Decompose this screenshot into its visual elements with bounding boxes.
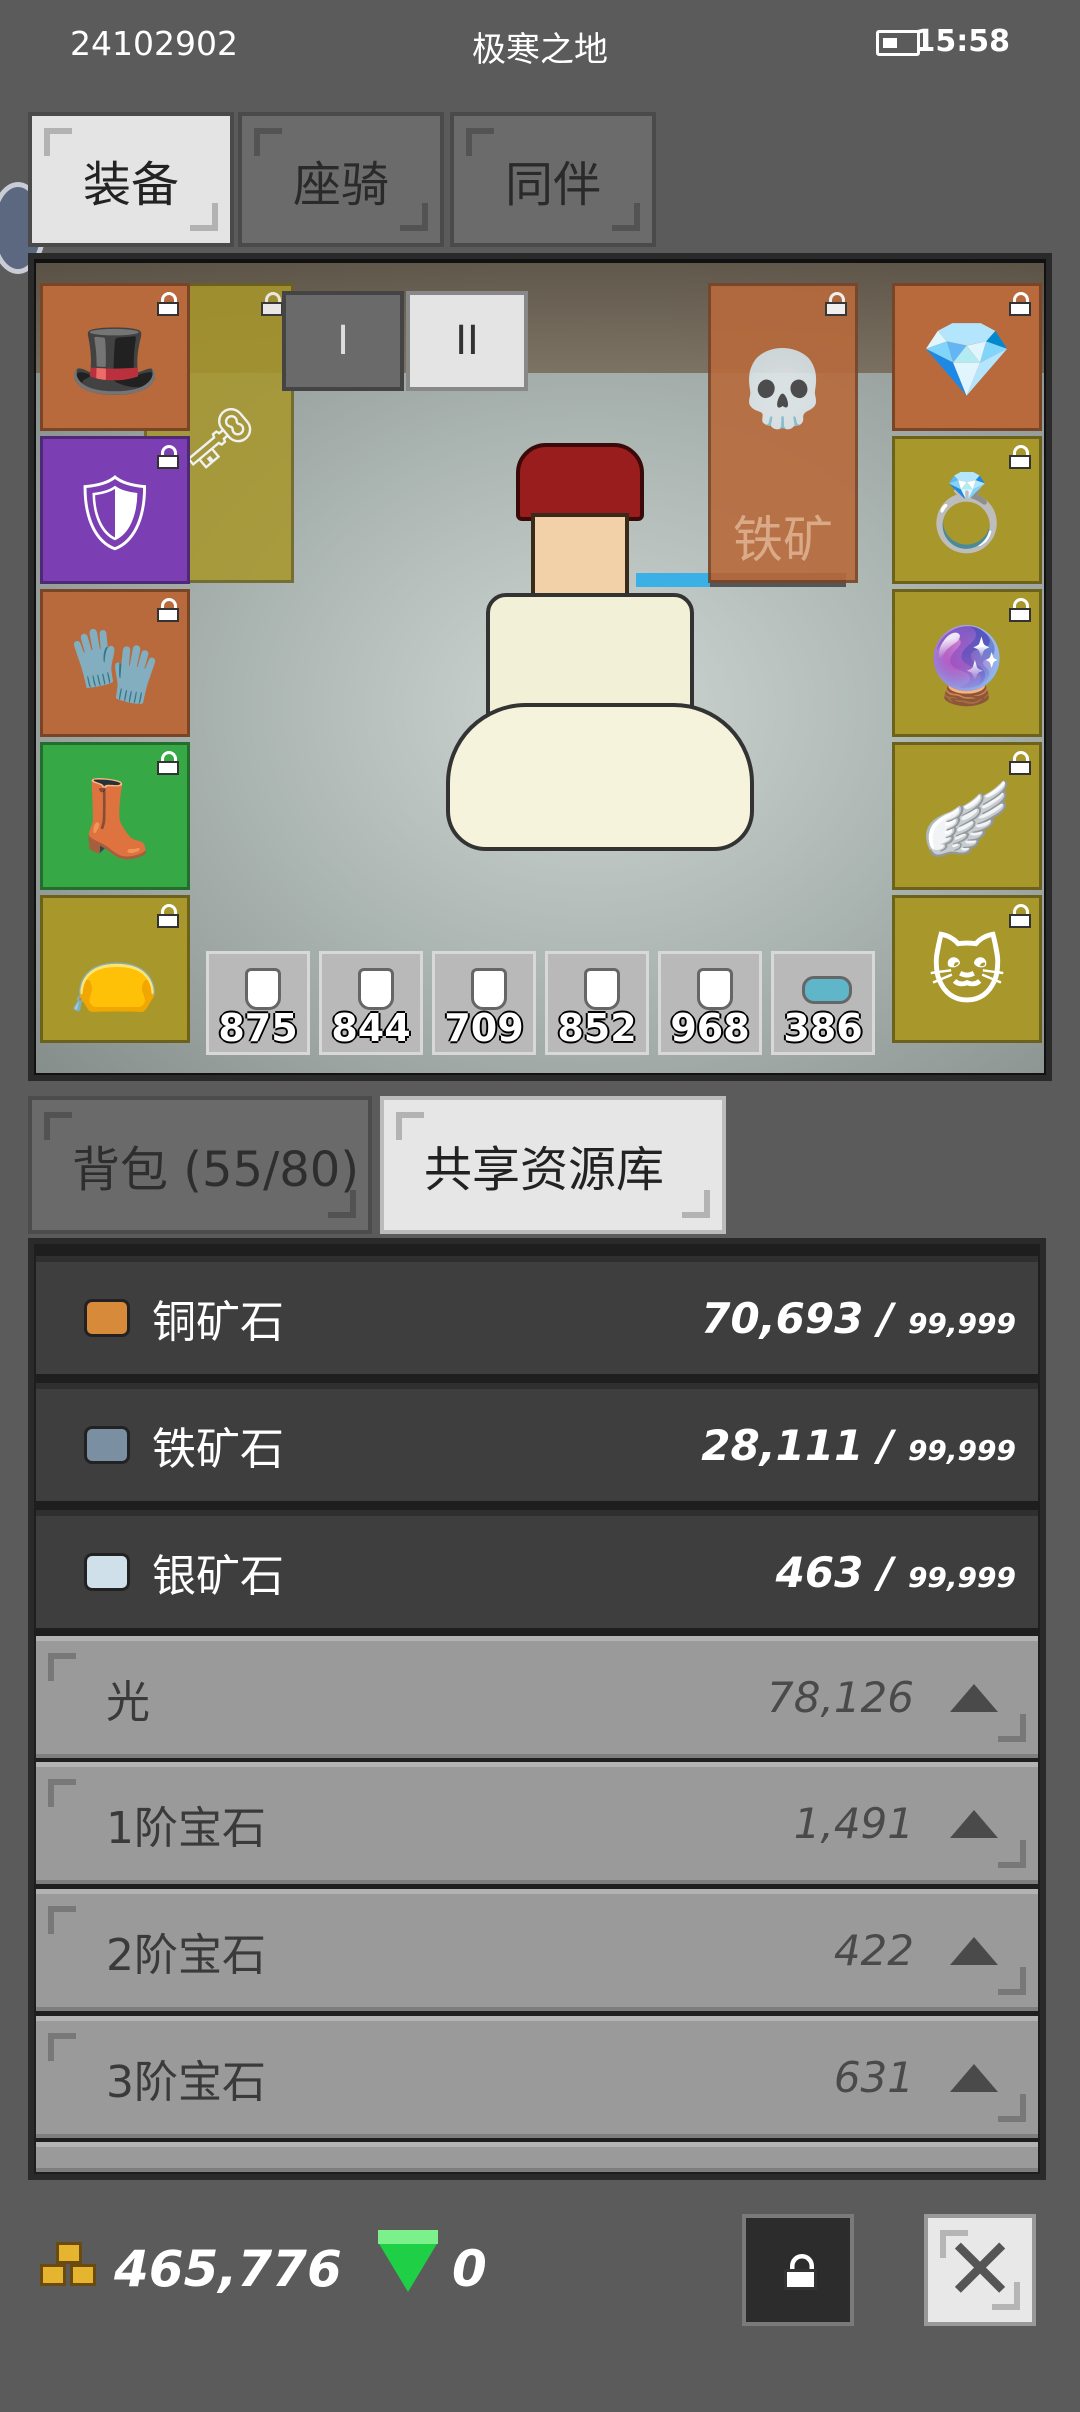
- group-row-partial[interactable]: [36, 2142, 1038, 2172]
- group-row[interactable]: 1阶宝石 1,491: [36, 1762, 1038, 1884]
- lock-icon: [784, 2254, 817, 2290]
- potion-slot[interactable]: 875: [206, 951, 310, 1055]
- fish-slot[interactable]: 386: [771, 951, 875, 1055]
- silver-ore-icon: [84, 1553, 130, 1591]
- list-item[interactable]: 银矿石 463 / 99,999: [36, 1510, 1038, 1628]
- equip-slot-ring2[interactable]: 🔮: [892, 589, 1042, 737]
- battery-icon: [876, 30, 920, 56]
- belt-icon: 👝: [68, 928, 162, 1015]
- equip-slot-gloves[interactable]: 🧤: [40, 589, 190, 737]
- lock-icon: [157, 751, 179, 775]
- ring-icon: 💍: [920, 469, 1014, 556]
- lock-icon: [1009, 904, 1031, 928]
- clock: 15:58: [914, 24, 1011, 59]
- equip-slot-armor[interactable]: 🛡: [40, 436, 190, 584]
- equip-slot-boots[interactable]: 👢: [40, 742, 190, 890]
- gold-amount: 465,776: [114, 2240, 342, 2298]
- boots-icon: 👢: [68, 775, 162, 862]
- equip-slot-pet[interactable]: 🐱: [892, 895, 1042, 1043]
- expand-arrow-icon[interactable]: [950, 2063, 998, 2092]
- potion-slot[interactable]: 852: [545, 951, 649, 1055]
- lock-icon: [157, 598, 179, 622]
- equip-slot-charm[interactable]: 🪽: [892, 742, 1042, 890]
- potion-slot[interactable]: 844: [319, 951, 423, 1055]
- armor-icon: 🛡: [68, 469, 162, 556]
- wing-icon: 🪽: [920, 775, 1014, 862]
- expand-arrow-icon[interactable]: [950, 1683, 998, 1712]
- tab-backpack[interactable]: 背包 (55/80): [28, 1096, 372, 1234]
- lock-icon: [157, 445, 179, 469]
- lock-icon: [825, 292, 847, 316]
- gold-icon: [40, 2236, 102, 2294]
- lock-icon: [1009, 598, 1031, 622]
- tab-companion[interactable]: 同伴: [450, 112, 656, 247]
- potion-icon: [245, 968, 281, 1010]
- close-button[interactable]: ✕: [924, 2214, 1036, 2326]
- gem-icon: [378, 2230, 438, 2292]
- staff-icon: 🗝: [180, 403, 258, 474]
- red-hat-icon: 🎩: [68, 316, 162, 403]
- iron-ore-icon: [84, 1426, 130, 1464]
- tab-mount[interactable]: 座骑: [238, 112, 444, 247]
- lock-icon: [157, 904, 179, 928]
- lock-icon: [1009, 751, 1031, 775]
- tab-equipment[interactable]: 装备: [28, 112, 234, 247]
- group-row[interactable]: 3阶宝石 631: [36, 2016, 1038, 2138]
- skeleton-icon: 💀: [736, 345, 830, 432]
- equip-slot-hat[interactable]: 🎩: [40, 283, 190, 431]
- companion-overlay-text: 铁矿: [733, 511, 833, 569]
- page-switch-2[interactable]: II: [406, 291, 528, 391]
- list-item[interactable]: 铜矿石 70,693 / 99,999: [36, 1256, 1038, 1374]
- purple-ring-icon: 🔮: [920, 622, 1014, 709]
- glove-icon: 🧤: [68, 622, 162, 709]
- potion-icon: [358, 968, 394, 1010]
- lock-button[interactable]: [742, 2214, 854, 2326]
- lucky-cat-icon: 🐱: [928, 928, 1006, 1015]
- expand-arrow-icon[interactable]: [950, 1809, 998, 1838]
- companion-slot[interactable]: 💀 铁矿: [708, 283, 858, 583]
- hero-face: [531, 513, 629, 601]
- lock-icon: [1009, 292, 1031, 316]
- potion-icon: [697, 968, 733, 1010]
- group-row[interactable]: 光 78,126: [36, 1636, 1038, 1758]
- lock-icon: [157, 292, 179, 316]
- potion-slot[interactable]: 709: [432, 951, 536, 1055]
- page-switch-1[interactable]: I: [282, 291, 404, 391]
- copper-ore-icon: [84, 1299, 130, 1337]
- hero-hat: [516, 443, 644, 521]
- close-icon: ✕: [943, 2220, 1017, 2320]
- game-scene: 🗝 I II 💀 铁矿 🎩 🛡 🧤 👢 👝 💎 💍 🔮 🪽 🐱 875 844 709 852 …: [36, 263, 1044, 1073]
- gem-amount: 0: [452, 2240, 487, 2298]
- potion-icon: [471, 968, 507, 1010]
- hero-tail: [446, 703, 754, 851]
- equip-slot-necklace[interactable]: 💎: [892, 283, 1042, 431]
- list-item[interactable]: 铁矿石 28,111 / 99,999: [36, 1383, 1038, 1501]
- lock-icon: [1009, 445, 1031, 469]
- fish-icon: [802, 976, 852, 1004]
- group-row[interactable]: 2阶宝石 422: [36, 1889, 1038, 2011]
- equip-slot-belt[interactable]: 👝: [40, 895, 190, 1043]
- lock-icon: [261, 292, 283, 316]
- potion-slot[interactable]: 968: [658, 951, 762, 1055]
- tab-shared-storage[interactable]: 共享资源库: [380, 1096, 726, 1234]
- potion-icon: [584, 968, 620, 1010]
- expand-arrow-icon[interactable]: [950, 1936, 998, 1965]
- blue-gem-icon: 💎: [920, 316, 1014, 403]
- equip-slot-ring1[interactable]: 💍: [892, 436, 1042, 584]
- status-bar: 24102902 极寒之地 15:58: [0, 0, 1080, 88]
